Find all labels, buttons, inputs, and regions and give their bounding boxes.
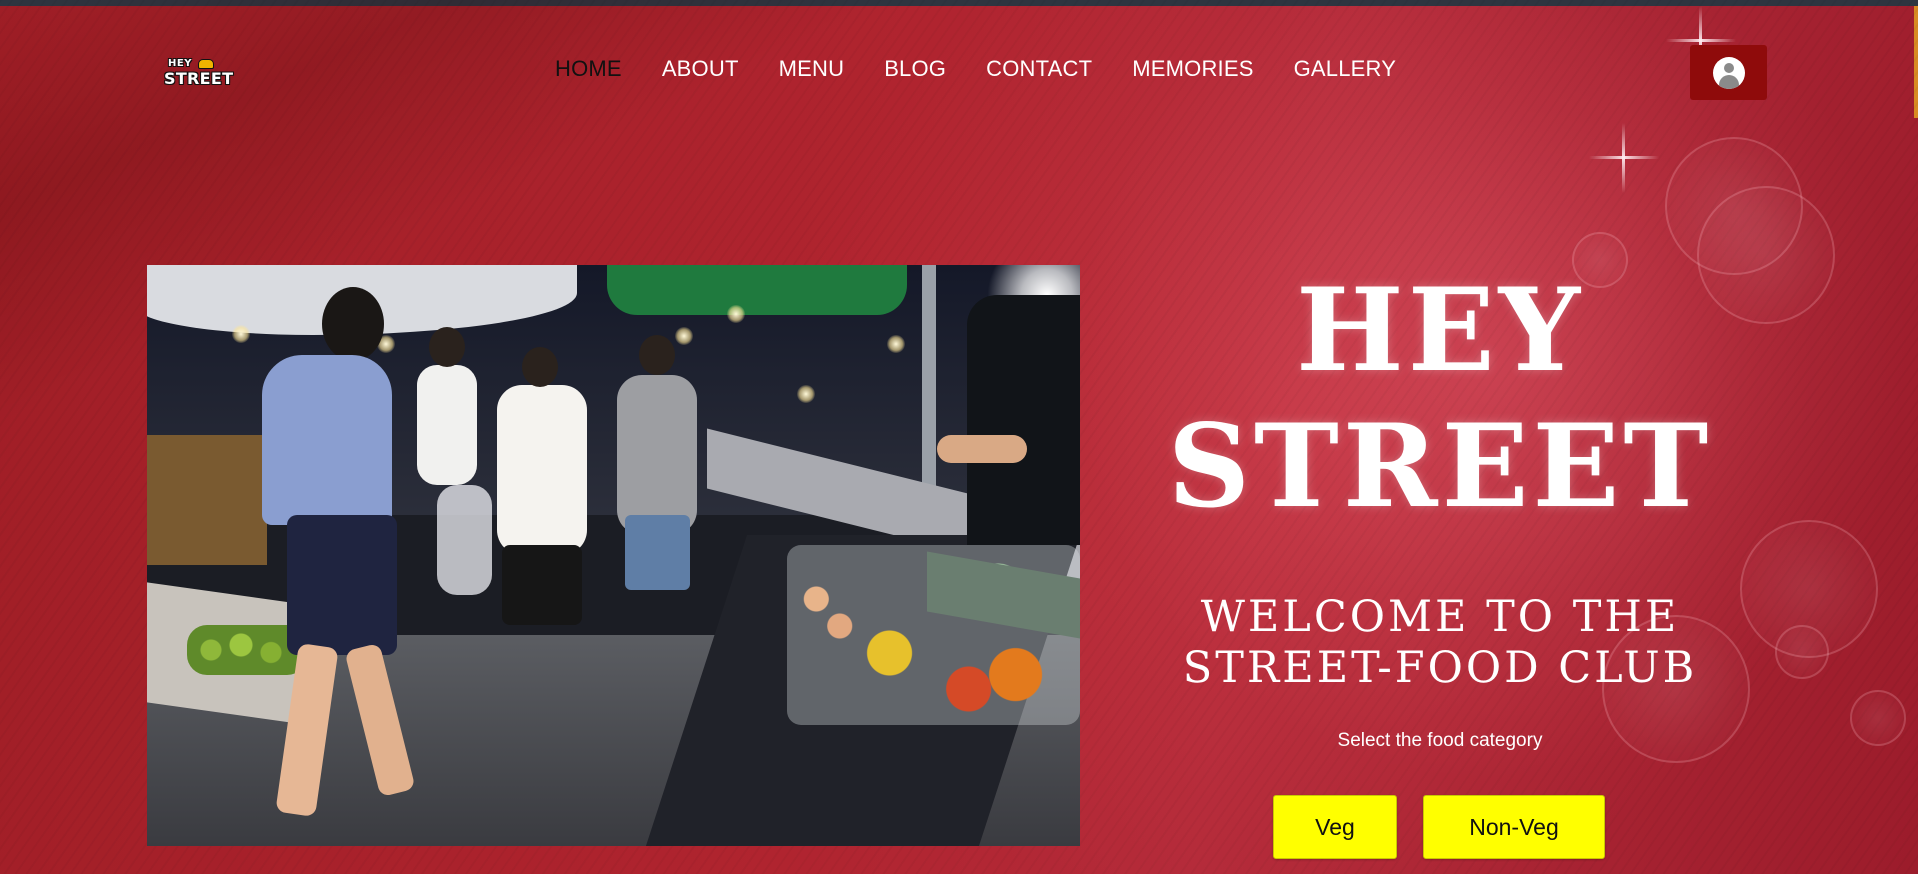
browser-top-strip <box>0 0 1918 6</box>
main-nav: HOME ABOUT MENU BLOG CONTACT MEMORIES GA… <box>555 56 1396 82</box>
hero-title: HEY STREET <box>1140 262 1740 534</box>
nav-item-memories[interactable]: MEMORIES <box>1132 56 1253 82</box>
bokeh-circle <box>1775 625 1829 679</box>
user-account-button[interactable] <box>1690 45 1767 100</box>
nav-item-gallery[interactable]: GALLERY <box>1294 56 1397 82</box>
non-veg-button[interactable]: Non-Veg <box>1423 795 1605 859</box>
nav-item-contact[interactable]: CONTACT <box>986 56 1092 82</box>
user-avatar-icon <box>1712 56 1745 89</box>
nav-item-menu[interactable]: MENU <box>779 56 845 82</box>
hero-subtitle-line2: STREET-FOOD CLUB <box>1182 643 1698 693</box>
logo-car-icon <box>198 59 214 69</box>
sparkle-icon <box>1666 6 1736 76</box>
hero-title-line2: STREET <box>1167 399 1713 533</box>
site-logo[interactable]: HEY STREET <box>164 58 234 88</box>
nav-item-blog[interactable]: BLOG <box>884 56 946 82</box>
nav-item-about[interactable]: ABOUT <box>662 56 739 82</box>
hero-subtitle: WELCOME TO THE STREET-FOOD CLUB <box>1140 592 1740 694</box>
logo-text-bottom: STREET <box>164 69 234 88</box>
street-market-photo <box>147 265 1080 846</box>
veg-button[interactable]: Veg <box>1273 795 1397 859</box>
nav-item-home[interactable]: HOME <box>555 56 622 82</box>
hero-subtitle-line1: WELCOME TO THE <box>1200 592 1680 642</box>
food-category-prompt: Select the food category <box>1337 730 1543 751</box>
logo-text-top: HEY <box>168 58 192 69</box>
bokeh-circle <box>1850 690 1906 746</box>
hero-title-line1: HEY <box>1296 263 1584 397</box>
scrollbar-thumb[interactable] <box>1914 6 1918 118</box>
sparkle-icon <box>1589 123 1659 193</box>
